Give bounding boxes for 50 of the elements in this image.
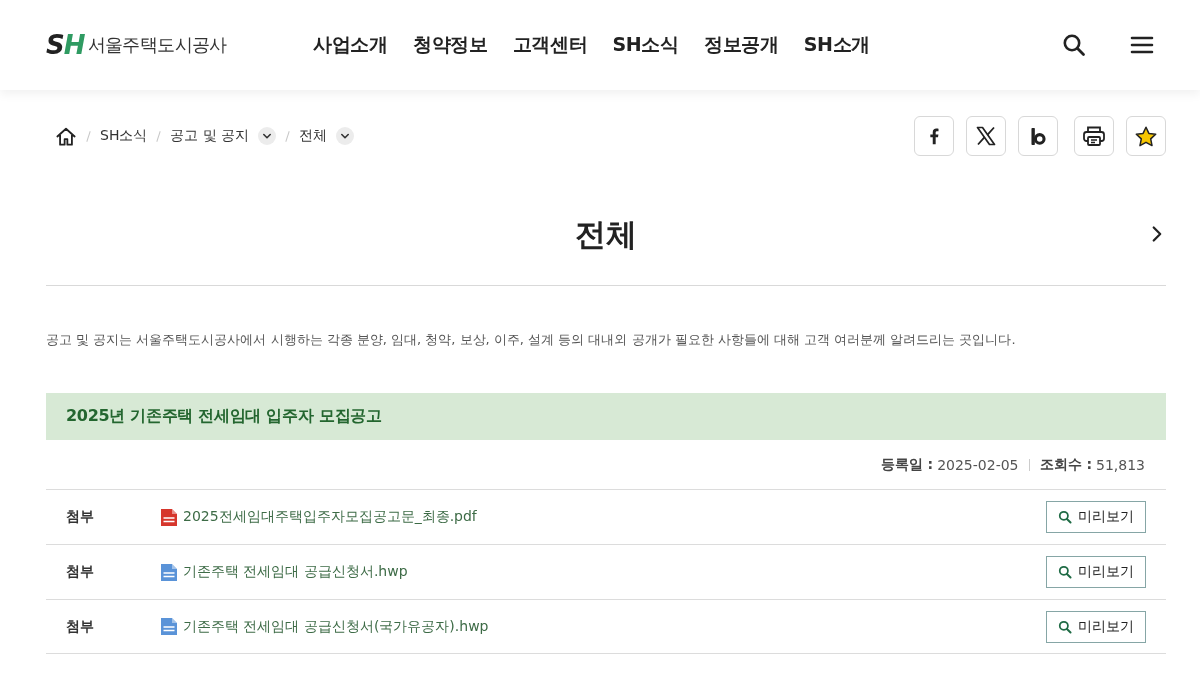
nav-link[interactable]: 고객센터: [512, 32, 588, 58]
facebook-icon: [929, 126, 939, 146]
meta-label: 등록일 :: [880, 455, 934, 474]
logo-mark: SH: [46, 30, 85, 60]
page-title: 전체: [575, 215, 637, 254]
blog-button[interactable]: [1018, 116, 1058, 156]
meta-value: 2025-02-05: [937, 456, 1019, 473]
nav-link[interactable]: 청약정보: [412, 32, 488, 58]
meta-value: 51,813: [1096, 456, 1145, 473]
nav-link[interactable]: SH소식: [612, 32, 679, 58]
preview-button[interactable]: 미리보기: [1046, 501, 1146, 533]
search-icon[interactable]: [1062, 33, 1086, 57]
search-icon: [1058, 510, 1072, 524]
notice-title: 2025년 기존주택 전세임대 입주자 모집공고: [46, 393, 1166, 440]
home-icon[interactable]: [55, 126, 77, 146]
preview-button[interactable]: 미리보기: [1046, 610, 1146, 643]
chevron-down-icon: [336, 127, 355, 145]
nav-link[interactable]: SH소개: [803, 32, 871, 58]
x-button[interactable]: [966, 116, 1006, 156]
print-button[interactable]: [1074, 116, 1114, 156]
logo-text: 서울주택도시공사: [87, 34, 227, 57]
nav-link[interactable]: 사업소개: [313, 32, 388, 58]
attachment-label: 첨부: [66, 563, 95, 581]
search-icon: [1058, 619, 1072, 634]
breadcrumb-link[interactable]: 전체: [299, 127, 328, 145]
file-link[interactable]: 기존주택 전세임대 공급신청서.hwp: [183, 563, 408, 581]
file-link[interactable]: 2025전세임대주택입주자모집공고문_최종.pdf: [183, 508, 477, 526]
attachment-label: 첨부: [66, 508, 95, 526]
blog-icon: [1030, 127, 1046, 145]
chevron-down-icon: [258, 127, 277, 145]
menu-icon[interactable]: [1130, 34, 1154, 56]
description-text: 공고 및 공지는 서울주택도시공사에서 시행하는 각종 분양, 임대, 청약, 보상, 이주, 설계 등의 대내외 공개가 필요한 사항들에 대해 고객 여러분께 알려드리는 곳입니다.: [46, 331, 1016, 349]
facebook-button[interactable]: [914, 116, 954, 156]
preview-button[interactable]: 미리보기: [1046, 556, 1146, 588]
star-icon: [1135, 125, 1157, 147]
document-icon: [161, 508, 177, 526]
dropdown-button[interactable]: [336, 127, 355, 145]
printer-icon: [1083, 126, 1105, 146]
breadcrumb-link[interactable]: SH소식: [100, 127, 148, 145]
file-link[interactable]: 기존주택 전세임대 공급신청서(국가유공자).hwp: [183, 617, 489, 636]
document-icon: [161, 618, 177, 635]
attachment-label: 첨부: [66, 617, 95, 636]
meta-label: 조회수 :: [1039, 455, 1092, 474]
search-icon: [1058, 565, 1072, 579]
dropdown-button[interactable]: [258, 127, 277, 145]
document-icon: [161, 563, 177, 581]
nav-link[interactable]: 정보공개: [703, 32, 779, 58]
breadcrumb-link[interactable]: 공고 및 공지: [170, 127, 250, 145]
x-logo-icon: [976, 126, 996, 146]
favorite-button[interactable]: [1126, 116, 1166, 156]
